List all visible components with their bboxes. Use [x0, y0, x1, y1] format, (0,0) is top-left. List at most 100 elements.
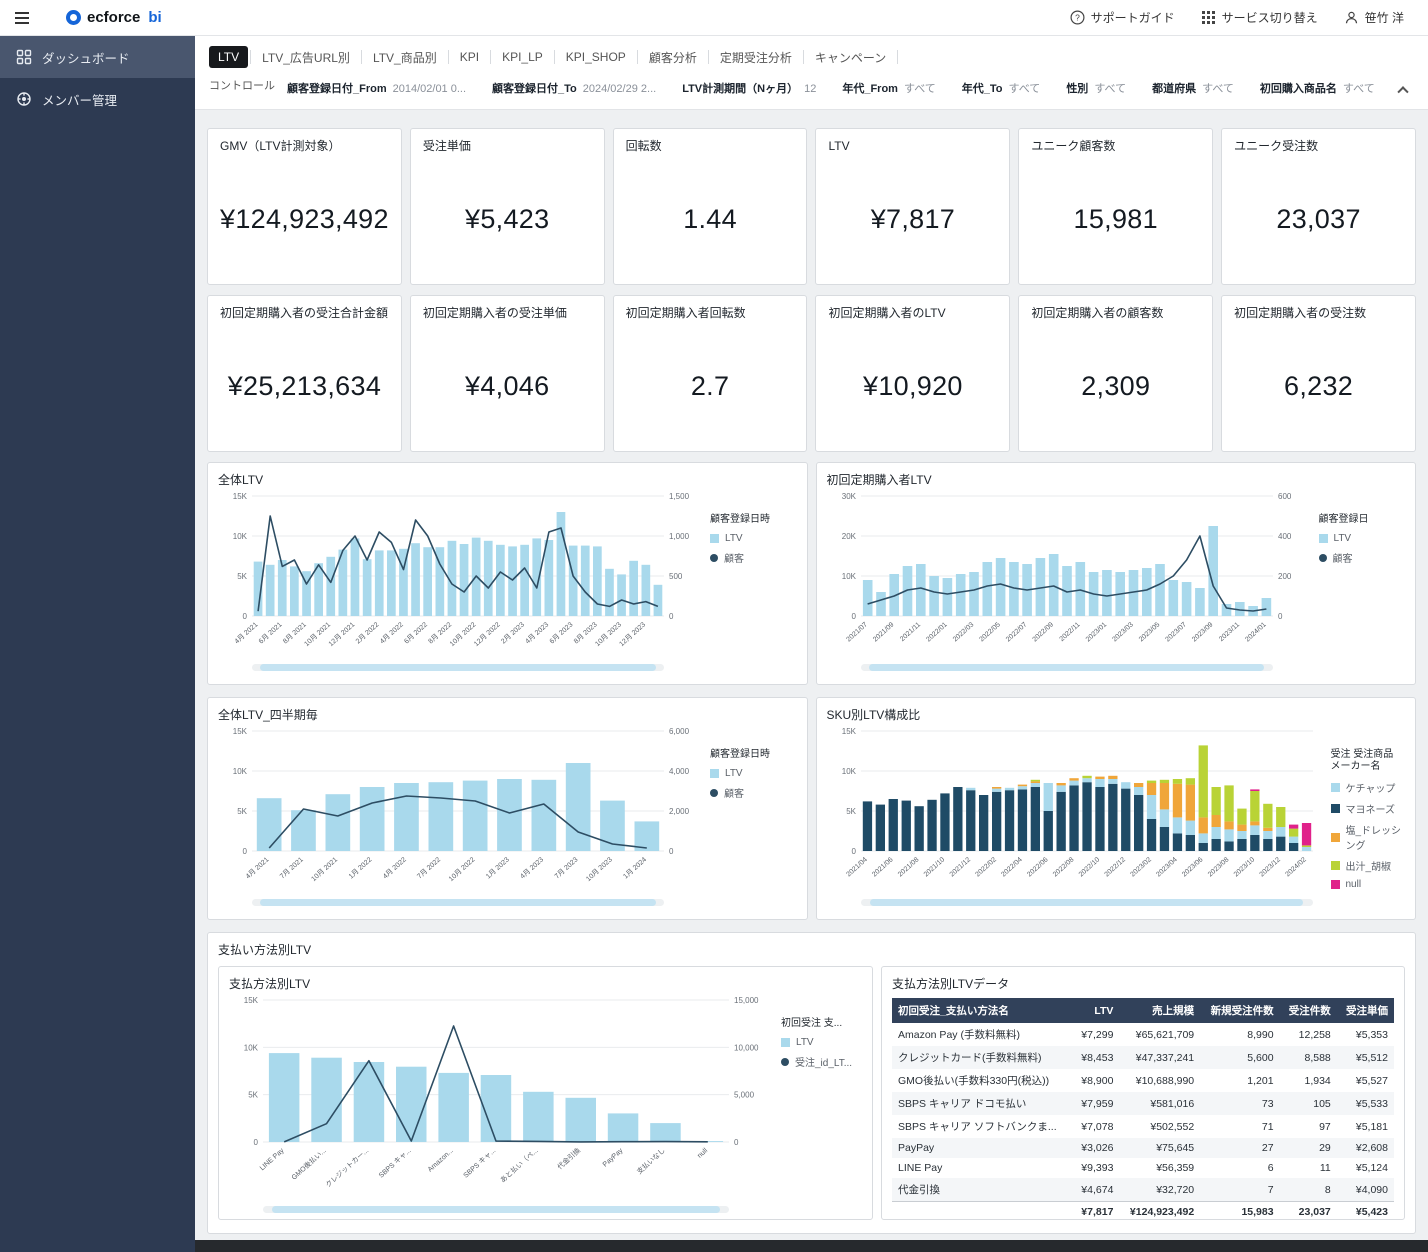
chart-scrollbar[interactable] — [252, 664, 664, 671]
legend-label: 顧客 — [1333, 550, 1353, 565]
svg-text:10,000: 10,000 — [734, 1043, 759, 1052]
kpi-value: ¥25,213,634 — [208, 371, 401, 402]
table-header-LTV[interactable]: LTV — [1073, 998, 1120, 1023]
filter-label: 年代_From — [842, 83, 898, 95]
support-guide-button[interactable]: ? サポートガイド — [1070, 9, 1175, 26]
kpi-value: ¥10,920 — [816, 371, 1009, 402]
user-menu[interactable]: 笹竹 洋 — [1344, 9, 1404, 26]
table-cell: 8,990 — [1200, 1023, 1279, 1046]
legend-entry-ケチャップ[interactable]: ケチャップ — [1331, 780, 1406, 795]
legend-title: 顧客登録日時 — [710, 514, 797, 526]
legend-entry-顧客[interactable]: 顧客 — [710, 550, 797, 565]
svg-text:600: 600 — [1278, 492, 1292, 501]
filter-性別[interactable]: 性別すべて — [1066, 80, 1126, 96]
table-cell: ¥32,720 — [1119, 1178, 1200, 1202]
svg-text:支払いなし: 支払いなし — [635, 1146, 667, 1176]
kpi-card: 初回定期購入者の受注合計金額¥25,213,634 — [207, 295, 402, 452]
table-row[interactable]: Amazon Pay (手数料無料)¥7,299¥65,621,7098,990… — [892, 1023, 1394, 1046]
legend-swatch — [710, 534, 719, 543]
table-row[interactable]: SBPS キャリア ソフトバンクま...¥7,078¥502,5527197¥5… — [892, 1115, 1394, 1138]
legend-entry-塩_ドレッシング[interactable]: 塩_ドレッシング — [1331, 822, 1406, 852]
scrollbar-thumb[interactable] — [260, 899, 656, 906]
legend-entry-顧客[interactable]: 顧客 — [1319, 550, 1406, 565]
table-header-売上規模[interactable]: 売上規模 — [1119, 998, 1200, 1023]
table-header-受注単価[interactable]: 受注単価 — [1337, 998, 1394, 1023]
kpi-label: 初回定期購入者の受注数 — [1222, 296, 1415, 321]
table-header-受注件数[interactable]: 受注件数 — [1280, 998, 1337, 1023]
scrollbar-thumb[interactable] — [870, 899, 1304, 906]
scrollbar-thumb[interactable] — [260, 664, 656, 671]
svg-text:15K: 15K — [841, 727, 856, 736]
chart-scrollbar[interactable] — [861, 899, 1313, 906]
svg-text:2024/01: 2024/01 — [1244, 621, 1268, 643]
tab-LTV_商品別[interactable]: LTV_商品別 — [364, 45, 446, 70]
tab-separator — [448, 50, 449, 64]
legend-entry-マヨネーズ[interactable]: マヨネーズ — [1331, 801, 1406, 816]
filter-年代_To[interactable]: 年代_Toすべて — [962, 80, 1041, 96]
svg-text:7月 2023: 7月 2023 — [553, 855, 580, 880]
legend-entry-LTV[interactable]: LTV — [1319, 533, 1406, 544]
tab-定期受注分析[interactable]: 定期受注分析 — [711, 45, 801, 70]
table-row[interactable]: クレジットカード(手数料無料)¥8,453¥47,337,2415,6008,5… — [892, 1046, 1394, 1069]
legend-label: ケチャップ — [1346, 780, 1396, 795]
legend-entry-受注_id_LT...[interactable]: 受注_id_LT... — [781, 1054, 862, 1069]
legend-entry-顧客[interactable]: 顧客 — [710, 785, 797, 800]
table-row[interactable]: LINE Pay¥9,393¥56,359611¥5,124 — [892, 1158, 1394, 1178]
tab-LTV[interactable]: LTV — [209, 46, 248, 68]
svg-text:12月 2023: 12月 2023 — [618, 620, 647, 648]
svg-text:10K: 10K — [841, 572, 856, 581]
legend-entry-出汁_胡椒[interactable]: 出汁_胡椒 — [1331, 858, 1406, 873]
hamburger-menu-icon[interactable] — [0, 12, 44, 24]
legend-label: 顧客 — [724, 785, 744, 800]
filter-LTV計測期間（Nヶ月）[interactable]: LTV計測期間（Nヶ月）12 — [682, 80, 816, 96]
tab-KPI_LP[interactable]: KPI_LP — [493, 46, 552, 68]
svg-text:2023/11: 2023/11 — [1218, 621, 1241, 643]
table-cell: 5,600 — [1200, 1046, 1279, 1069]
support-guide-label: サポートガイド — [1091, 9, 1175, 26]
service-switch-button[interactable]: サービス切り替え — [1201, 9, 1318, 26]
svg-text:5K: 5K — [248, 1091, 258, 1100]
collapse-controls-button[interactable] — [1392, 78, 1414, 100]
table-cell: ¥4,674 — [1073, 1178, 1120, 1202]
table-row[interactable]: GMO後払い(手数料330円(税込))¥8,900¥10,688,9901,20… — [892, 1069, 1394, 1092]
filter-都道府県[interactable]: 都道府県すべて — [1152, 80, 1234, 96]
kpi-label: ユニーク受注数 — [1222, 129, 1415, 154]
tab-顧客分析[interactable]: 顧客分析 — [640, 45, 706, 70]
chart-scrollbar[interactable] — [263, 1206, 729, 1213]
chart-title: SKU別LTV構成比 — [827, 706, 1406, 723]
legend-entry-null[interactable]: null — [1331, 879, 1406, 890]
tab-KPI_SHOP[interactable]: KPI_SHOP — [557, 46, 635, 68]
svg-text:Amazon...: Amazon... — [427, 1147, 455, 1173]
table-row[interactable]: PayPay¥3,026¥75,6452729¥2,608 — [892, 1138, 1394, 1158]
scrollbar-thumb[interactable] — [272, 1206, 719, 1213]
sidebar-item-members[interactable]: メンバー管理 — [0, 78, 195, 120]
tab-キャンペーン[interactable]: キャンペーン — [806, 45, 895, 70]
chart-scrollbar[interactable] — [252, 899, 664, 906]
table-row[interactable]: SBPS キャリア ドコモ払い¥7,959¥581,01673105¥5,533 — [892, 1092, 1394, 1115]
table-row[interactable]: 代金引換¥4,674¥32,72078¥4,090 — [892, 1178, 1394, 1202]
legend-swatch — [1331, 804, 1340, 813]
tab-LTV_広告URL別[interactable]: LTV_広告URL別 — [253, 45, 359, 70]
filter-年代_From[interactable]: 年代_Fromすべて — [842, 80, 935, 96]
filter-value: すべて — [1009, 83, 1041, 95]
table-header-初回受注_支払い方法名[interactable]: 初回受注_支払い方法名 — [892, 998, 1073, 1023]
tab-bar: LTVLTV_広告URL別LTV_商品別KPIKPI_LPKPI_SHOP顧客分… — [209, 44, 1414, 70]
horizontal-scrollbar[interactable] — [195, 1240, 1428, 1252]
filter-value: すべて — [1343, 83, 1375, 95]
legend-label: 受注_id_LT... — [795, 1054, 852, 1069]
kpi-label: 初回定期購入者のLTV — [816, 296, 1009, 321]
table-cell: ¥5,124 — [1337, 1158, 1394, 1178]
table-header-新規受注件数[interactable]: 新規受注件数 — [1200, 998, 1279, 1023]
sidebar-item-dashboard[interactable]: ダッシュボード — [0, 36, 195, 78]
legend-swatch — [781, 1058, 789, 1066]
chart-scrollbar[interactable] — [861, 664, 1273, 671]
scrollbar-thumb[interactable] — [869, 664, 1265, 671]
filter-初回購入商品名[interactable]: 初回購入商品名すべて — [1260, 80, 1375, 96]
tab-KPI[interactable]: KPI — [451, 46, 488, 68]
legend-entry-LTV[interactable]: LTV — [710, 768, 797, 779]
table-total-cell: ¥7,817 — [1073, 1202, 1120, 1221]
filter-顧客登録日付_To[interactable]: 顧客登録日付_To2024/02/29 2... — [492, 80, 656, 96]
legend-entry-LTV[interactable]: LTV — [710, 533, 797, 544]
legend-entry-LTV[interactable]: LTV — [781, 1037, 862, 1048]
filter-顧客登録日付_From[interactable]: 顧客登録日付_From2014/02/01 0... — [287, 80, 466, 96]
